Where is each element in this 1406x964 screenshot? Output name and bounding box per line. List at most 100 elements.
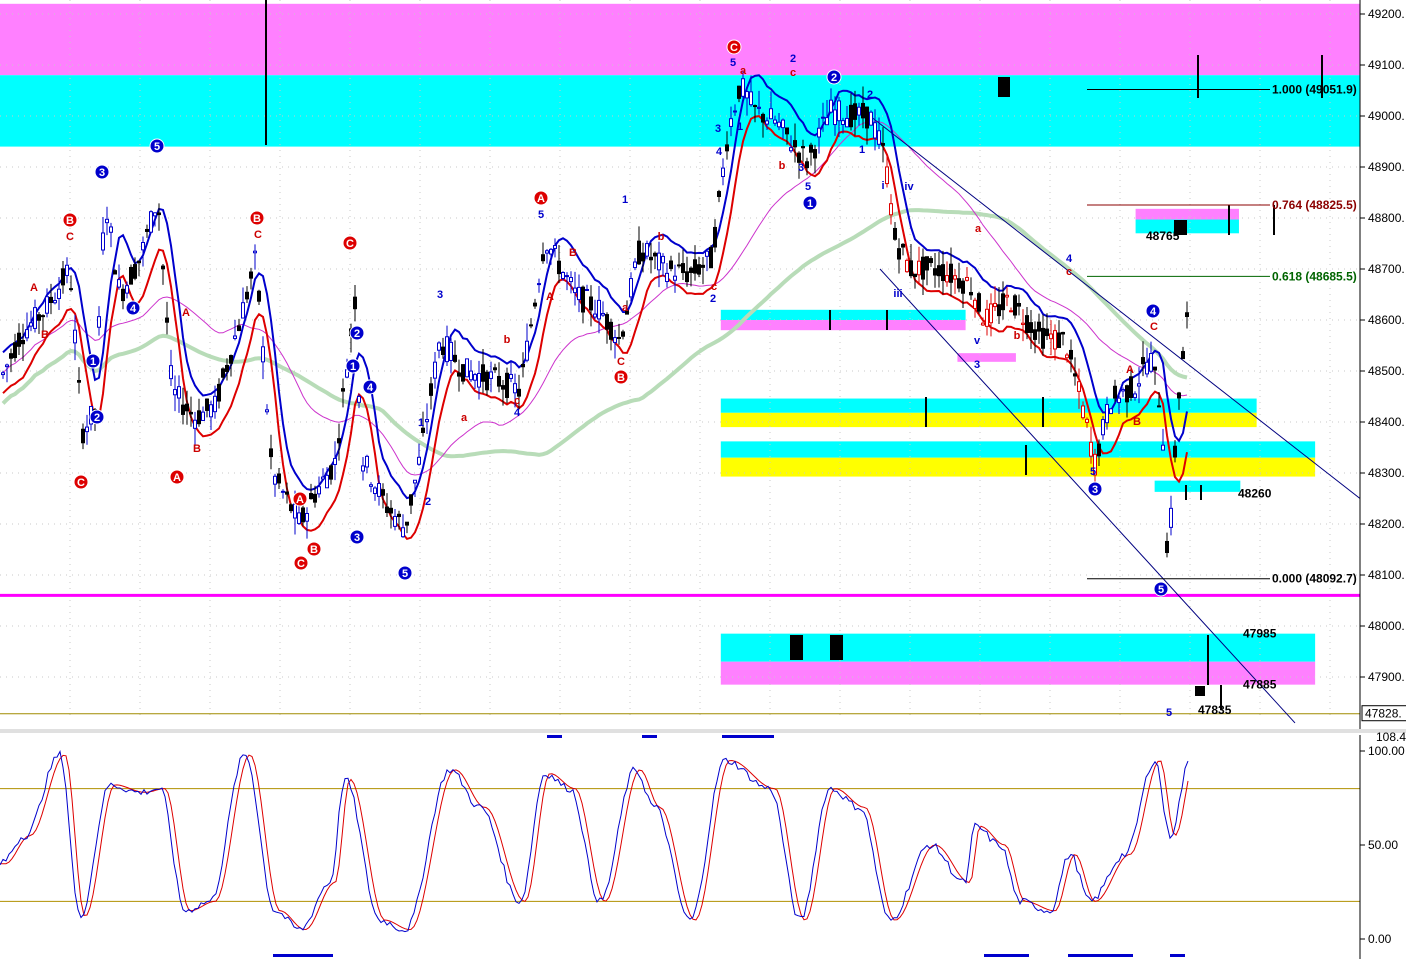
wave-label: 1 [418,417,424,429]
candle-body [161,265,165,270]
candle-body [649,256,653,261]
axis-tick-label: 48900. [1368,160,1405,174]
candle-body [557,260,561,275]
wave-label: B [569,247,577,259]
candle-body [205,398,209,411]
axis-tick-label: 49000. [1368,109,1405,123]
candle-body [393,515,397,527]
event-block [998,77,1010,97]
candle-body [1165,540,1169,554]
wave-label: v [974,335,981,347]
candle-body [717,191,721,197]
candle-body [949,263,953,283]
candle-body [913,273,917,278]
candle-body [581,286,585,313]
axis-tick-label: 48000. [1368,619,1405,633]
candle-body [953,275,957,280]
candle-body [281,490,285,493]
wave-marker-label: 2 [831,72,837,84]
candle-body [257,290,261,302]
candle-body [373,487,377,495]
wave-marker-label: 1 [807,198,813,210]
candle-body [17,332,21,347]
candle-body [1001,293,1005,311]
candle-body [541,254,545,262]
wave-label: 5 [538,209,544,221]
axis-tick-label: 48400. [1368,415,1405,429]
candle-body [405,521,409,526]
candle-body [1061,331,1065,335]
wave-label: 2 [867,89,873,101]
wave-label: A [1126,364,1134,376]
wave-label: iii [893,288,902,300]
candle-body [493,367,497,371]
candle-body [377,483,381,497]
candle-body [45,296,49,314]
candle-body [1161,444,1165,451]
candle-body [957,278,961,289]
candle-body [1113,385,1117,399]
wave-label: C [1150,321,1158,333]
candle-body [1121,389,1125,392]
candle-body [1045,328,1049,337]
candle-body [1149,353,1153,372]
wave-label: 1 [622,194,628,206]
event-block [830,635,843,660]
candle-body [333,457,337,466]
wave-marker-label: A [296,494,304,506]
candle-body [817,127,821,138]
candle-body [745,91,749,99]
candle-body [869,111,873,126]
wave-marker-label: 5 [1158,584,1164,596]
wave-marker-label: 4 [1150,306,1157,318]
candle-body [457,372,461,377]
candle-body [881,142,885,146]
candle-body [249,271,253,279]
level-label: 48260 [1238,486,1272,500]
osc-axis-tick-label: 50.00 [1368,838,1398,852]
candle-body [589,296,593,311]
wave-label: A [546,291,554,303]
candle-body [1133,393,1137,399]
axis-tick-label: 48800. [1368,211,1405,225]
wave-label: c [514,395,520,407]
fib-label: 0.000 (48092.7) [1272,572,1357,586]
candle-body [389,507,393,514]
signal-marker [984,954,1029,957]
panel-separator [0,729,1406,733]
zone-rect [720,661,1316,685]
wave-marker-label: A [537,193,545,205]
candle-body [33,307,37,329]
candle-body [221,368,225,378]
candle-body [969,291,973,296]
wave-marker-label: C [346,238,354,250]
candle-body [721,167,725,178]
candle-body [629,278,633,298]
wave-marker-label: 3 [354,532,360,544]
candle-body [885,166,889,185]
candle-body [5,364,9,368]
candle-body [1101,419,1105,436]
level-label: 47985 [1243,627,1277,641]
candle-body [473,374,477,381]
candle-body [265,409,269,413]
candle-body [241,302,245,319]
wave-marker-label: B [253,213,261,225]
candle-body [109,226,113,233]
candle-body [893,227,897,240]
candle-body [513,383,517,394]
candle-body [197,410,201,425]
candle-body [905,259,909,273]
candle-body [977,293,981,312]
candle-body [1065,354,1069,359]
candle-body [1169,507,1173,528]
candle-body [233,335,237,339]
candle-body [117,279,121,288]
candle-body [941,264,945,282]
candle-body [357,395,361,403]
candle-body [617,336,621,339]
zone-rect [720,320,966,331]
candle-body [809,144,813,153]
candle-body [21,339,25,345]
wave-label: b [779,160,786,172]
